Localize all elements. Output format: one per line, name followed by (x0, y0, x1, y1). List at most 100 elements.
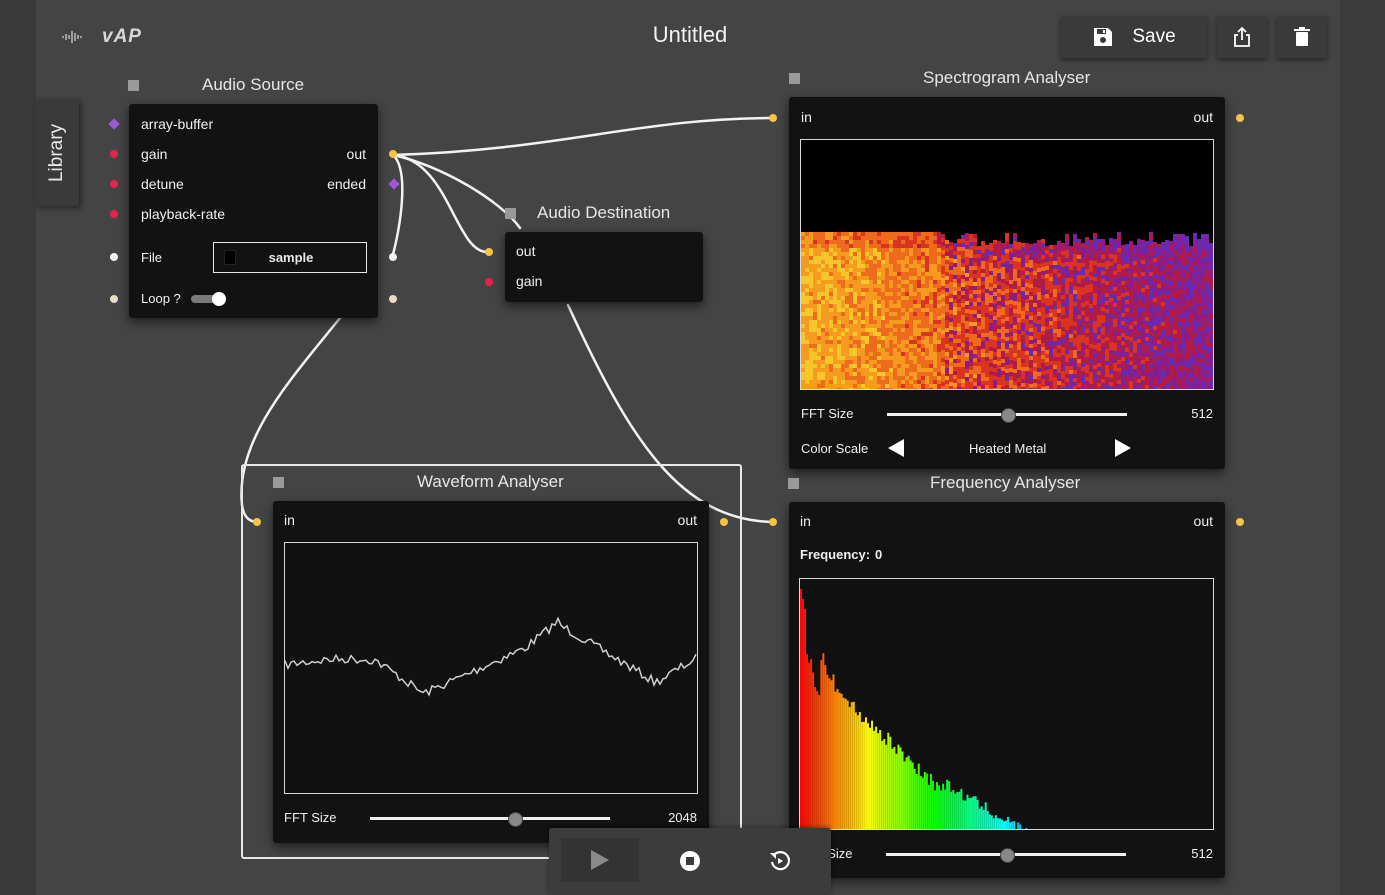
port-detune[interactable] (110, 180, 118, 188)
audio-destination-node[interactable]: out gain (505, 232, 703, 302)
frequency-in-label: in (800, 513, 811, 529)
spectrum-bar (887, 732, 890, 829)
delete-button[interactable] (1277, 16, 1327, 58)
export-button[interactable] (1217, 16, 1267, 58)
waveform-out-label: out (677, 512, 697, 528)
destination-port-gain[interactable] (485, 278, 493, 286)
spectrum-bar (948, 781, 951, 829)
spectrum-bar (808, 662, 811, 829)
waveform-fft-slider[interactable] (370, 812, 610, 827)
frequency-fft-slider[interactable] (886, 848, 1126, 863)
spectrum-bar (899, 747, 902, 829)
spectrum-bar (954, 793, 957, 829)
spectrum-bar (866, 723, 869, 829)
frequency-spectrum-display (799, 578, 1214, 830)
frequency-title: Frequency Analyser (930, 473, 1081, 492)
spectrogram-in-label: in (801, 109, 812, 125)
frequency-select-checkbox[interactable] (788, 478, 799, 489)
audio-destination-select-checkbox[interactable] (505, 208, 516, 219)
spectrum-bar (820, 660, 823, 829)
spectrum-bar (966, 794, 969, 829)
waveform-logo-icon (62, 31, 82, 43)
port-file[interactable] (110, 253, 118, 261)
port-playback-rate[interactable] (110, 210, 118, 218)
frequency-fft-slider-thumb[interactable] (1000, 848, 1015, 863)
spectrum-bar (869, 727, 872, 829)
spectrum-bar (925, 773, 928, 829)
spectrum-bar (905, 757, 908, 829)
spectrogram-port-in[interactable] (769, 114, 777, 122)
spectrogram-title: Spectrogram Analyser (923, 68, 1091, 87)
destination-input-gain: gain (516, 273, 543, 289)
replay-button[interactable] (760, 846, 800, 876)
frequency-port-in[interactable] (769, 518, 777, 526)
port-loop-out[interactable] (389, 295, 397, 303)
destination-port-in[interactable] (485, 248, 493, 256)
color-scale-prev-icon[interactable] (888, 439, 904, 457)
play-button[interactable] (561, 838, 639, 882)
waveform-select-checkbox[interactable] (273, 477, 284, 488)
spectrogram-port-out[interactable] (1236, 114, 1244, 122)
spectrum-bar (875, 726, 878, 829)
frequency-readout-value: 0 (875, 547, 883, 562)
port-out[interactable] (389, 150, 397, 158)
waveform-port-out[interactable] (720, 518, 728, 526)
spectrum-bar (911, 762, 914, 829)
frequency-node[interactable]: in out Frequency: 0 FFT Size 512 (789, 502, 1225, 878)
spectrum-bar (923, 771, 926, 829)
spectrum-bar (881, 740, 884, 829)
audio-source-select-checkbox[interactable] (128, 80, 139, 91)
spectrum-bar (972, 796, 975, 829)
spectrum-bar (988, 814, 991, 829)
spectrogram-display (800, 139, 1214, 390)
spectrogram-node[interactable]: in out FFT Size 512 Color Scale Heated M… (789, 97, 1225, 469)
project-title[interactable]: Untitled (590, 22, 790, 48)
save-button[interactable]: Save (1061, 16, 1207, 58)
port-loop[interactable] (110, 295, 118, 303)
spectrum-bar (903, 761, 906, 829)
spectrum-bar (960, 788, 963, 829)
save-icon (1094, 28, 1113, 46)
spectrum-bar (1025, 827, 1028, 829)
output-label-out: out (346, 146, 366, 162)
port-gain[interactable] (110, 150, 118, 158)
spectrogram-fft-slider[interactable] (887, 408, 1127, 423)
spectrum-bar (984, 802, 987, 829)
spectrum-bar (804, 609, 807, 829)
spectrum-bar (885, 744, 888, 829)
destination-input-out: out (516, 243, 536, 259)
loop-toggle[interactable] (191, 292, 226, 306)
spectrum-bar (830, 680, 833, 829)
waveform-node[interactable]: in out FFT Size 2048 (273, 501, 709, 843)
spectrum-bar (968, 798, 971, 829)
spectrum-bar (986, 811, 989, 829)
file-picker[interactable]: sample (213, 242, 367, 273)
spectrum-bar (873, 730, 876, 829)
spectrum-bar (856, 715, 859, 829)
spectrum-bar (814, 687, 817, 829)
spectrum-bar (812, 672, 815, 829)
spectrum-bar (852, 701, 855, 829)
spectrum-bar (974, 796, 977, 829)
spectrum-bar (933, 790, 936, 829)
spectrum-bar (958, 791, 961, 829)
input-label-gain: gain (141, 146, 168, 162)
spectrum-bar (944, 789, 947, 829)
waveform-port-in[interactable] (253, 518, 261, 526)
stop-icon (680, 851, 700, 871)
color-scale-next-icon[interactable] (1115, 439, 1131, 457)
frequency-port-out[interactable] (1236, 518, 1244, 526)
spectrum-bar (883, 739, 886, 829)
waveform-line (285, 616, 697, 697)
stop-button[interactable] (670, 846, 710, 876)
spectrum-bar (810, 659, 813, 829)
logo-text: vAP (102, 26, 142, 47)
spectrogram-fft-slider-thumb[interactable] (1001, 408, 1016, 423)
waveform-fft-slider-thumb[interactable] (508, 812, 523, 827)
library-tab[interactable]: Library (35, 99, 79, 206)
spectrum-bar (846, 700, 849, 829)
audio-source-node[interactable]: array-buffer gain detune playback-rate o… (129, 104, 378, 318)
spectrogram-select-checkbox[interactable] (789, 73, 800, 84)
port-file-out[interactable] (389, 253, 397, 261)
export-icon (1234, 26, 1250, 47)
